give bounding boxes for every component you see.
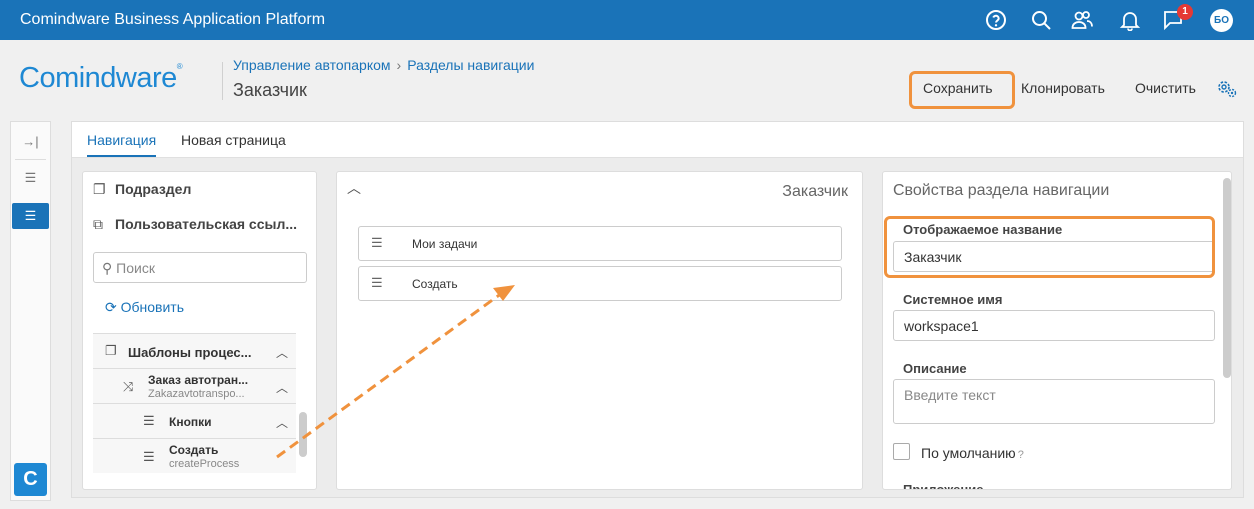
help-icon[interactable] bbox=[985, 9, 1007, 31]
chevron-up-icon[interactable]: ︿ bbox=[276, 414, 288, 431]
expand-sidebar-icon[interactable]: →| bbox=[11, 129, 50, 155]
task-list-icon: ☰ bbox=[371, 235, 383, 250]
tab-new-page[interactable]: Новая страница bbox=[181, 132, 286, 155]
nav-item-create[interactable]: ☰ Создать bbox=[358, 266, 842, 301]
clone-button[interactable]: Клонировать bbox=[1021, 80, 1105, 96]
description-label: Описание bbox=[903, 361, 967, 376]
display-name-highlight bbox=[884, 216, 1215, 278]
page-title: Заказчик bbox=[233, 80, 307, 100]
task-list-icon[interactable]: ☰ bbox=[11, 165, 50, 191]
list-icon: ☰ bbox=[143, 449, 155, 464]
tab-navigation[interactable]: Навигация bbox=[87, 132, 157, 157]
default-checkbox[interactable] bbox=[893, 443, 910, 460]
element-palette: ❐ Подраздел ⧉ Пользовательская ссыл... ⚲ П… bbox=[82, 171, 317, 490]
breadcrumb-item-fleet[interactable]: Управление автопарком bbox=[233, 57, 391, 73]
gears-icon[interactable] bbox=[1216, 79, 1238, 99]
notification-badge: 1 bbox=[1177, 4, 1193, 20]
list-icon: ☰ bbox=[371, 275, 383, 290]
copy-icon: ❐ bbox=[93, 181, 106, 197]
search-input[interactable]: ⚲ Поиск bbox=[93, 252, 307, 283]
description-field[interactable]: Введите текст bbox=[893, 379, 1215, 424]
shuffle-icon: ⤨ bbox=[123, 379, 134, 394]
avatar[interactable]: БО bbox=[1210, 9, 1233, 32]
list-icon: ☰ bbox=[143, 413, 155, 428]
comindware-app-icon[interactable]: C bbox=[14, 463, 47, 496]
nav-item-my-tasks[interactable]: ☰ Мои задачи bbox=[358, 226, 842, 261]
chevron-right-icon: › bbox=[396, 57, 402, 73]
search-icon[interactable] bbox=[1030, 9, 1052, 31]
tree-item-create[interactable]: ☰ Создать createProcess bbox=[93, 438, 296, 473]
chevron-up-icon[interactable]: ︿ bbox=[276, 379, 288, 396]
refresh-button[interactable]: ⟳ Обновить bbox=[105, 299, 184, 316]
search-icon: ⚲ bbox=[102, 260, 113, 276]
users-icon[interactable] bbox=[1071, 9, 1093, 31]
palette-item-subsection[interactable]: ❐ Подраздел bbox=[93, 181, 191, 198]
header-divider bbox=[222, 62, 223, 100]
rail-divider bbox=[15, 159, 46, 160]
top-bar: Comindware Business Application Platform… bbox=[0, 0, 1254, 40]
system-name-field[interactable]: workspace1 bbox=[893, 310, 1215, 341]
navigation-structure: ︿ Заказчик ☰ Мои задачи ☰ Создать bbox=[336, 171, 863, 490]
palette-item-custom-link[interactable]: ⧉ Пользовательская ссыл... bbox=[93, 216, 297, 233]
refresh-icon: ⟳ bbox=[105, 299, 117, 315]
main-content: Навигация Новая страница ❐ Подраздел ⧉ Пол… bbox=[71, 121, 1244, 498]
copy-icon: ❐ bbox=[105, 343, 117, 358]
chevron-up-icon[interactable]: ︿ bbox=[276, 344, 288, 361]
workspace-area: ❐ Подраздел ⧉ Пользовательская ссыл... ⚲ П… bbox=[72, 158, 1243, 497]
tree-item-order-transport[interactable]: ⤨ Заказ автотран... Zakazavtotranspo... … bbox=[93, 368, 296, 403]
tree-item-process-templates[interactable]: ❐ Шаблоны процес... ︿ bbox=[93, 333, 296, 368]
save-button-highlight bbox=[909, 71, 1015, 109]
navigation-list-icon[interactable]: ☰ bbox=[12, 203, 49, 229]
comindware-logo: Comindware® bbox=[19, 62, 183, 94]
section-title: Заказчик bbox=[782, 183, 848, 200]
bell-icon[interactable] bbox=[1119, 9, 1141, 32]
breadcrumb-item-nav-sections[interactable]: Разделы навигации bbox=[407, 57, 534, 73]
search-placeholder: Поиск bbox=[116, 260, 155, 276]
tree-item-buttons[interactable]: ☰ Кнопки ︿ bbox=[93, 403, 296, 438]
default-checkbox-label: По умолчанию? bbox=[921, 445, 1024, 461]
app-title: Comindware Business Application Platform bbox=[20, 11, 326, 28]
clear-button[interactable]: Очистить bbox=[1135, 80, 1196, 96]
left-rail: →| ☰ ☰ C bbox=[10, 121, 51, 501]
help-icon: ? bbox=[1017, 449, 1024, 461]
properties-title: Свойства раздела навигации bbox=[893, 182, 1110, 199]
palette-scrollbar[interactable] bbox=[299, 412, 307, 457]
properties-panel: Свойства раздела навигации Отображаемое … bbox=[882, 171, 1232, 490]
properties-scrollbar[interactable] bbox=[1223, 178, 1231, 378]
chevron-up-icon[interactable]: ︿ bbox=[347, 178, 361, 198]
system-name-label: Системное имя bbox=[903, 292, 1003, 307]
breadcrumb: Управление автопарком › Разделы навигации bbox=[233, 57, 534, 73]
app-label: Приложение bbox=[903, 482, 984, 490]
external-link-icon: ⧉ bbox=[93, 216, 103, 232]
